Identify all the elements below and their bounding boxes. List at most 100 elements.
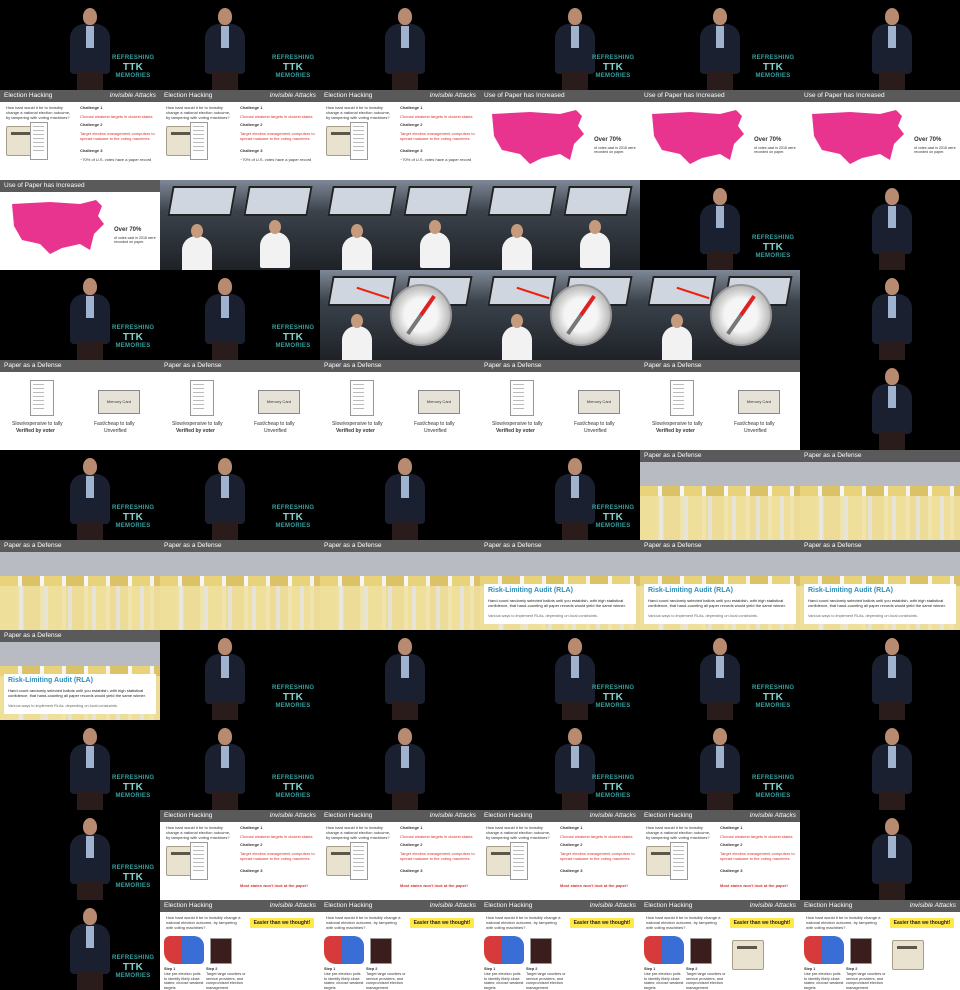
question-text: How hard would it be to invisibly change… xyxy=(6,105,71,120)
thumbnail-speaker[interactable]: REFRESHING TTK MEMORIES xyxy=(0,270,160,360)
thumbnail-easier[interactable]: Election Hacking Invisible Attacks How har… xyxy=(320,900,480,990)
thumbnail-stacks[interactable]: Paper as a Defense xyxy=(800,450,960,540)
thumbnail-speaker[interactable]: REFRESHING TTK MEMORIES xyxy=(160,0,320,90)
thumbnail-cockpit[interactable] xyxy=(320,180,480,270)
thumbnail-speaker[interactable]: REFRESHING TTK MEMORIES xyxy=(160,630,320,720)
thumbnail-compass[interactable] xyxy=(640,270,800,360)
challenge-3-text: ~70% of U.S. votes have a paper record xyxy=(240,157,312,162)
rla-body: Hand count randomly selected ballots unt… xyxy=(648,598,786,608)
thumbnail-easier2[interactable]: Election Hacking Invisible Attacks How har… xyxy=(800,900,960,990)
thumbnail-speaker[interactable] xyxy=(800,180,960,270)
thumbnail-speaker[interactable]: REFRESHING TTK MEMORIES xyxy=(480,0,640,90)
thumbnail-speaker[interactable] xyxy=(320,630,480,720)
thumbnail-compass[interactable] xyxy=(320,270,480,360)
thumbnail-paper[interactable]: Paper as a Defense Memory Card Slow/expens… xyxy=(0,360,160,450)
slide-header: Use of Paper has Increased xyxy=(480,90,640,102)
thumbnail-election2[interactable]: Election Hacking Invisible Attacks How har… xyxy=(160,810,320,900)
thumbnail-easier2[interactable]: Election Hacking Invisible Attacks How har… xyxy=(640,900,800,990)
thumbnail-speaker[interactable]: REFRESHING TTK MEMORIES xyxy=(160,270,320,360)
thumbnail-paper[interactable]: Paper as a Defense Memory Card Slow/expens… xyxy=(480,360,640,450)
slow-expensive-text: Slow/expensive to tally xyxy=(492,421,543,427)
thumbnail-map[interactable]: Use of Paper has Increased Over 70% of vot… xyxy=(640,90,800,180)
thumbnail-speaker[interactable] xyxy=(320,0,480,90)
thumbnail-speaker[interactable]: REFRESHING TTK MEMORIES xyxy=(480,630,640,720)
thumbnail-speaker[interactable]: REFRESHING TTK MEMORIES xyxy=(640,0,800,90)
thumbnail-speaker[interactable] xyxy=(320,450,480,540)
us-paper-map xyxy=(652,110,744,164)
thumbnail-speaker[interactable]: REFRESHING TTK MEMORIES xyxy=(640,720,800,810)
speaker-shirt xyxy=(86,296,94,318)
challenge-3-title: Challenge 3 xyxy=(240,868,263,873)
thumbnail-rla[interactable]: Paper as a Defense Risk-Limiting Audit (R… xyxy=(480,540,640,630)
copilot-figure xyxy=(580,220,610,268)
thumbnail-speaker[interactable]: REFRESHING TTK MEMORIES xyxy=(160,450,320,540)
challenge-2-text: Target election management computers to … xyxy=(400,131,475,141)
thumbnail-stacks[interactable]: Paper as a Defense xyxy=(640,450,800,540)
thumbnail-cockpit[interactable] xyxy=(480,180,640,270)
thumbnail-speaker[interactable] xyxy=(800,720,960,810)
thumbnail-speaker[interactable]: REFRESHING TTK MEMORIES xyxy=(0,450,160,540)
challenge-1-text: Choose weakest targets in closest states xyxy=(80,114,153,119)
thumbnail-speaker[interactable]: REFRESHING TTK MEMORIES xyxy=(480,450,640,540)
thumbnail-speaker[interactable]: REFRESHING TTK MEMORIES xyxy=(0,720,160,810)
thumbnail-map[interactable]: Use of Paper has Increased Over 70% of vot… xyxy=(480,90,640,180)
memory-card-label: Memory Card xyxy=(106,399,132,404)
rla-title: Risk-Limiting Audit (RLA) xyxy=(648,587,733,594)
thumbnail-speaker[interactable]: REFRESHING TTK MEMORIES xyxy=(0,900,160,990)
speaker-legs xyxy=(392,702,418,720)
poster-image xyxy=(530,938,552,964)
thumbnail-map[interactable]: Use of Paper has Increased Over 70% of vot… xyxy=(800,90,960,180)
thumbnail-stacks[interactable]: Paper as a Defense xyxy=(160,540,320,630)
thumbnail-paper[interactable]: Paper as a Defense Memory Card Slow/expens… xyxy=(640,360,800,450)
thumbnail-election[interactable]: Election Hacking Invisible Attacks How har… xyxy=(160,90,320,180)
thumbnail-speaker[interactable] xyxy=(800,810,960,900)
slide-title: Election Hacking xyxy=(324,902,373,909)
slide-header: Election Hacking Invisible Attacks xyxy=(160,900,320,912)
speaker-shirt xyxy=(571,26,579,48)
pilot-figure xyxy=(342,314,372,360)
thumbnail-speaker[interactable]: REFRESHING TTK MEMORIES xyxy=(160,720,320,810)
thumbnail-map[interactable]: Use of Paper has Increased Over 70% of vot… xyxy=(0,180,160,270)
speaker-legs xyxy=(879,792,905,810)
logo-line-bottom: MEMORIES xyxy=(115,793,151,799)
thumbnail-election[interactable]: Election Hacking Invisible Attacks How har… xyxy=(320,90,480,180)
thumbnail-easier[interactable]: Election Hacking Invisible Attacks How har… xyxy=(160,900,320,990)
speaker-shirt xyxy=(221,296,229,318)
thumbnail-speaker[interactable]: REFRESHING TTK MEMORIES xyxy=(480,720,640,810)
logo-line-mid: TTK xyxy=(762,242,784,253)
challenge-2-title: Challenge 2 xyxy=(400,842,423,847)
thumbnail-speaker[interactable]: REFRESHING TTK MEMORIES xyxy=(0,810,160,900)
cockpit-window-left xyxy=(327,186,397,216)
thumbnail-election2[interactable]: Election Hacking Invisible Attacks How har… xyxy=(480,810,640,900)
thumbnail-election2[interactable]: Election Hacking Invisible Attacks How har… xyxy=(640,810,800,900)
thumbnail-election[interactable]: Election Hacking Invisible Attacks How har… xyxy=(0,90,160,180)
thumbnail-speaker[interactable] xyxy=(800,630,960,720)
election-map-image xyxy=(324,936,364,964)
thumbnail-stacks[interactable]: Paper as a Defense xyxy=(320,540,480,630)
thumbnail-easier[interactable]: Election Hacking Invisible Attacks How har… xyxy=(480,900,640,990)
logo-line-mid: TTK xyxy=(602,512,624,523)
thumbnail-speaker[interactable] xyxy=(800,0,960,90)
logo-line-mid: TTK xyxy=(122,512,144,523)
thumbnail-compass[interactable] xyxy=(480,270,640,360)
poster-image xyxy=(210,938,232,964)
question-text: How hard would it be to invisibly change… xyxy=(166,105,231,120)
thumbnail-speaker[interactable] xyxy=(800,360,960,450)
thumbnail-cockpit[interactable] xyxy=(160,180,320,270)
thumbnail-speaker[interactable] xyxy=(320,720,480,810)
logo-line-top: REFRESHING xyxy=(592,505,635,511)
thumbnail-speaker[interactable]: REFRESHING TTK MEMORIES xyxy=(640,630,800,720)
thumbnail-speaker[interactable]: REFRESHING TTK MEMORIES xyxy=(640,180,800,270)
conference-logo: REFRESHING TTK MEMORIES xyxy=(272,775,314,805)
thumbnail-paper[interactable]: Paper as a Defense Memory Card Slow/expens… xyxy=(320,360,480,450)
thumbnail-rla[interactable]: Paper as a Defense Risk-Limiting Audit (R… xyxy=(800,540,960,630)
thumbnail-speaker[interactable]: REFRESHING TTK MEMORIES xyxy=(0,0,160,90)
thumbnail-rla[interactable]: Paper as a Defense Risk-Limiting Audit (R… xyxy=(0,630,160,720)
thumbnail-paper[interactable]: Paper as a Defense Memory Card Slow/expens… xyxy=(160,360,320,450)
thumbnail-speaker[interactable] xyxy=(800,270,960,360)
thumbnail-stacks[interactable]: Paper as a Defense xyxy=(0,540,160,630)
cockpit-window-left xyxy=(647,276,717,306)
thumbnail-election2[interactable]: Election Hacking Invisible Attacks How har… xyxy=(320,810,480,900)
thumbnail-rla[interactable]: Paper as a Defense Risk-Limiting Audit (R… xyxy=(640,540,800,630)
slide-title: Election Hacking xyxy=(4,92,53,99)
